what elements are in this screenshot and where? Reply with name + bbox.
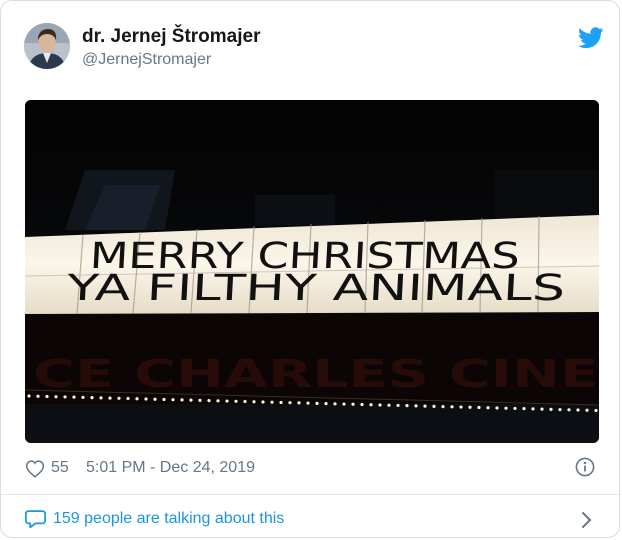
marquee-bulb xyxy=(531,407,535,411)
tweet-meta: 55 5:01 PM - Dec 24, 2019 xyxy=(25,456,599,480)
marquee-bulb xyxy=(441,404,445,409)
heart-icon xyxy=(25,459,45,478)
marquee-bulb xyxy=(54,395,58,399)
marquee-bulb xyxy=(99,396,103,400)
marquee-bulb xyxy=(549,407,553,411)
marquee-bulb xyxy=(153,397,157,401)
marquee-bulb xyxy=(27,394,31,398)
marquee-bulb xyxy=(261,400,265,404)
display-name[interactable]: dr. Jernej Štromajer xyxy=(82,26,260,48)
marquee-bulb xyxy=(198,398,202,402)
marquee-bulb xyxy=(279,400,283,405)
chevron-right-icon xyxy=(582,512,592,528)
marquee-bulb xyxy=(45,394,49,399)
marquee-bulb xyxy=(423,404,427,408)
divider xyxy=(1,494,621,495)
marquee-bulb xyxy=(225,399,229,403)
user-names: dr. Jernej Štromajer @JernejStromajer xyxy=(82,26,260,71)
sign-line-2: YA FILTHY ANIMALS xyxy=(65,268,567,309)
marquee-bulb xyxy=(468,405,472,409)
marquee-bulb xyxy=(513,406,517,411)
marquee-bulb xyxy=(585,408,589,412)
marquee-bulb xyxy=(567,408,571,412)
tweet-header: dr. Jernej Štromajer @JernejStromajer xyxy=(24,23,604,73)
marquee-bulb xyxy=(324,401,328,406)
marquee-bulb xyxy=(504,406,508,410)
marquee-bulb xyxy=(486,406,490,410)
marquee-bulb xyxy=(450,405,454,409)
marquee-bulb xyxy=(63,395,67,399)
marquee-bulb xyxy=(459,405,463,409)
marquee-bulb xyxy=(576,408,580,412)
speech-bubble-icon xyxy=(25,510,46,529)
conversation-count-text: 159 people are talking about this xyxy=(53,510,285,527)
marquee-bulb xyxy=(72,395,76,399)
marquee-bulb xyxy=(216,399,220,403)
conversation-link[interactable]: 159 people are talking about this xyxy=(25,506,599,532)
marquee-bulb xyxy=(171,398,175,402)
marquee-bulb xyxy=(189,398,193,402)
marquee-bulb xyxy=(270,400,274,404)
marquee-bulb xyxy=(36,394,40,398)
marquee-bulb xyxy=(117,396,121,400)
marquee-bulb xyxy=(234,399,238,403)
avatar[interactable] xyxy=(24,23,70,69)
marquee-bulb xyxy=(522,407,526,411)
marquee-text: CE CHARLES CINE xyxy=(33,352,599,396)
marquee-bulb xyxy=(144,397,148,401)
marquee-bulb xyxy=(351,402,355,406)
marquee-bulb xyxy=(360,402,364,407)
marquee-bulb xyxy=(477,405,481,410)
marquee-bulb xyxy=(396,403,400,408)
marquee-bulb xyxy=(540,407,544,411)
twitter-bird-icon[interactable] xyxy=(578,27,604,49)
marquee-bulb xyxy=(108,396,112,400)
tweet-photo[interactable]: MERRY CHRISTMAS YA FILTHY ANIMALS CE CHA… xyxy=(25,100,599,443)
marquee-bulb xyxy=(405,404,409,408)
marquee-bulb xyxy=(414,404,418,408)
marquee-bulb xyxy=(342,402,346,406)
marquee-bulb xyxy=(288,401,292,405)
marquee-bulb xyxy=(162,397,166,402)
marquee-bulb xyxy=(315,401,319,405)
marquee-bulb xyxy=(297,401,301,405)
marquee-bulb xyxy=(387,403,391,407)
marquee-bulb xyxy=(558,407,562,412)
marquee-bulb xyxy=(594,408,598,413)
user-handle[interactable]: @JernejStromajer xyxy=(82,49,260,71)
marquee-bulb xyxy=(432,404,436,408)
marquee-bulb xyxy=(207,399,211,403)
marquee-bulb xyxy=(90,396,94,400)
marquee-bulb xyxy=(135,397,139,401)
like-button[interactable]: 55 xyxy=(25,456,69,480)
marquee-bulb xyxy=(180,398,184,402)
tweet-card: dr. Jernej Štromajer @JernejStromajer ME… xyxy=(0,0,621,538)
tweet-timestamp[interactable]: 5:01 PM - Dec 24, 2019 xyxy=(86,459,255,477)
marquee-bulb xyxy=(306,401,310,405)
info-icon[interactable] xyxy=(575,457,595,477)
marquee-bulb xyxy=(243,399,247,404)
marquee-bulb xyxy=(333,402,337,406)
marquee-bulb xyxy=(252,400,256,404)
like-count: 55 xyxy=(51,459,69,476)
marquee-bulb xyxy=(126,396,130,401)
marquee-bulb xyxy=(369,403,373,407)
marquee-bulb xyxy=(81,395,85,399)
marquee-bulb xyxy=(378,403,382,407)
marquee-bulb xyxy=(495,406,499,410)
